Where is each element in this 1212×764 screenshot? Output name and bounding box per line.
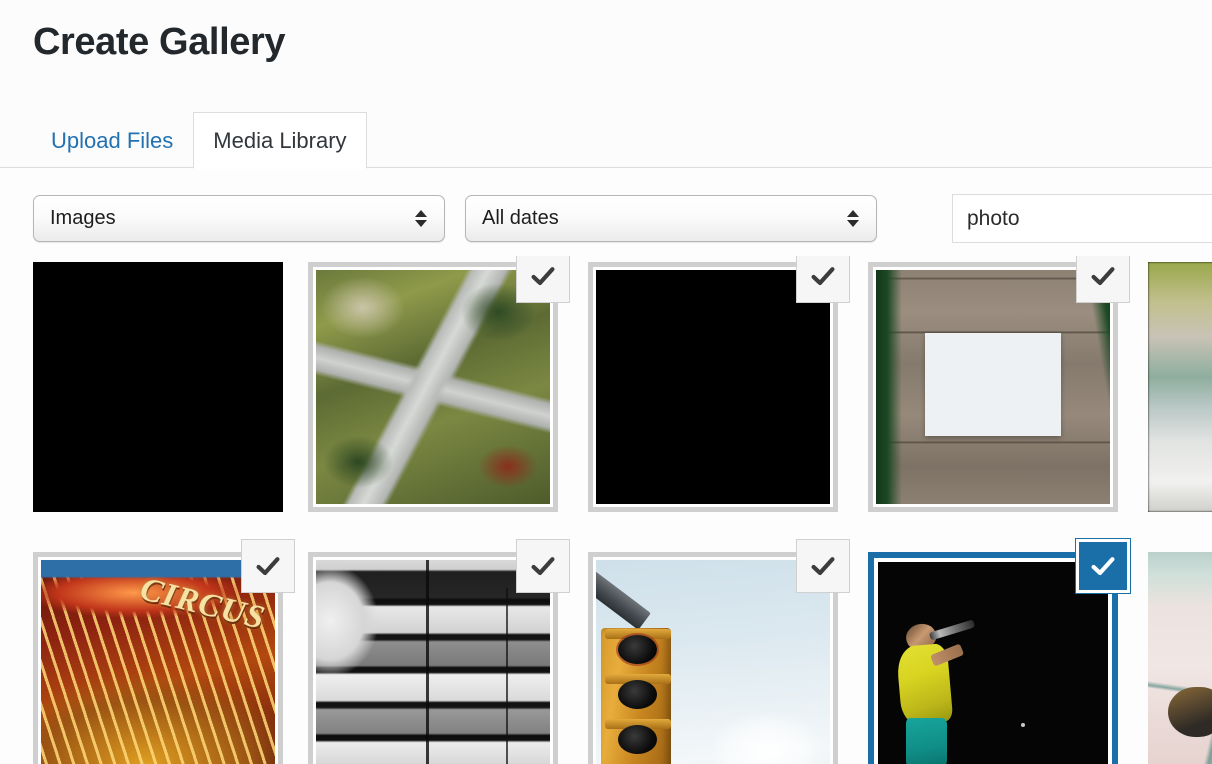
media-item-thumbnail: CIRCUS	[41, 560, 275, 764]
media-item-thumbnail	[596, 270, 830, 504]
media-item[interactable]	[33, 262, 283, 512]
media-item-image	[596, 560, 830, 764]
modal-header: Create Gallery Upload Files Media Librar…	[0, 0, 1212, 169]
tab-bar: Upload Files Media Library	[31, 98, 367, 169]
media-item-checkbox[interactable]	[796, 256, 850, 303]
date-filter-value: All dates	[482, 207, 559, 229]
media-item-thumbnail	[1148, 552, 1212, 764]
media-item-checkbox[interactable]	[241, 539, 295, 593]
media-item[interactable]	[1148, 262, 1212, 512]
stepper-arrows-icon	[846, 206, 860, 232]
media-item-image	[316, 560, 550, 764]
media-item-thumbnail	[596, 560, 830, 764]
media-item[interactable]	[868, 539, 1130, 764]
create-gallery-modal: Create Gallery Upload Files Media Librar…	[0, 0, 1212, 764]
media-item-image	[1148, 262, 1212, 512]
media-item-checkbox[interactable]	[516, 539, 570, 593]
media-item[interactable]	[308, 256, 570, 512]
attachment-filter-value: Images	[50, 207, 116, 229]
media-item[interactable]	[308, 539, 570, 764]
tab-media-library[interactable]: Media Library	[193, 112, 367, 169]
media-item-image	[33, 262, 283, 512]
media-item-checkbox[interactable]	[516, 256, 570, 303]
media-item-image: CIRCUS	[41, 560, 275, 764]
checkmark-icon	[1088, 551, 1118, 581]
checkmark-icon	[528, 551, 558, 581]
media-grid: CIRCUS	[0, 256, 1212, 764]
media-item[interactable]: CIRCUS	[33, 539, 295, 764]
media-item-checkbox[interactable]	[1076, 539, 1130, 593]
media-item[interactable]	[588, 256, 850, 512]
attachment-filter-wrap: Images	[33, 195, 445, 242]
search-input[interactable]	[952, 194, 1212, 243]
page-title: Create Gallery	[33, 21, 286, 63]
checkmark-icon	[528, 261, 558, 291]
checkmark-icon	[1088, 261, 1118, 291]
date-filter-select[interactable]: All dates	[465, 195, 877, 242]
media-item[interactable]	[588, 539, 850, 764]
media-item-thumbnail	[316, 270, 550, 504]
media-item-frame	[1148, 262, 1212, 512]
media-item-image	[876, 270, 1110, 504]
media-item-thumbnail	[878, 562, 1108, 764]
media-item-thumbnail	[876, 270, 1110, 504]
checkmark-icon	[808, 551, 838, 581]
attachment-filter-select[interactable]: Images	[33, 195, 445, 242]
media-item-checkbox[interactable]	[796, 539, 850, 593]
date-filter-wrap: All dates	[465, 195, 877, 242]
media-item[interactable]	[868, 256, 1130, 512]
media-item-thumbnail	[33, 262, 283, 512]
media-item-image	[316, 270, 550, 504]
checkmark-icon	[808, 261, 838, 291]
media-item-thumbnail	[316, 560, 550, 764]
media-item-image	[1148, 552, 1212, 764]
stepper-arrows-icon	[414, 206, 428, 232]
media-item[interactable]	[1148, 552, 1212, 764]
media-item-thumbnail	[1148, 262, 1212, 512]
tab-upload-files[interactable]: Upload Files	[31, 112, 193, 169]
media-item-image	[596, 270, 830, 504]
media-item-frame	[33, 262, 283, 512]
media-item-image	[878, 562, 1108, 764]
media-item-frame	[1148, 552, 1212, 764]
checkmark-icon	[253, 551, 283, 581]
media-item-checkbox[interactable]	[1076, 256, 1130, 303]
